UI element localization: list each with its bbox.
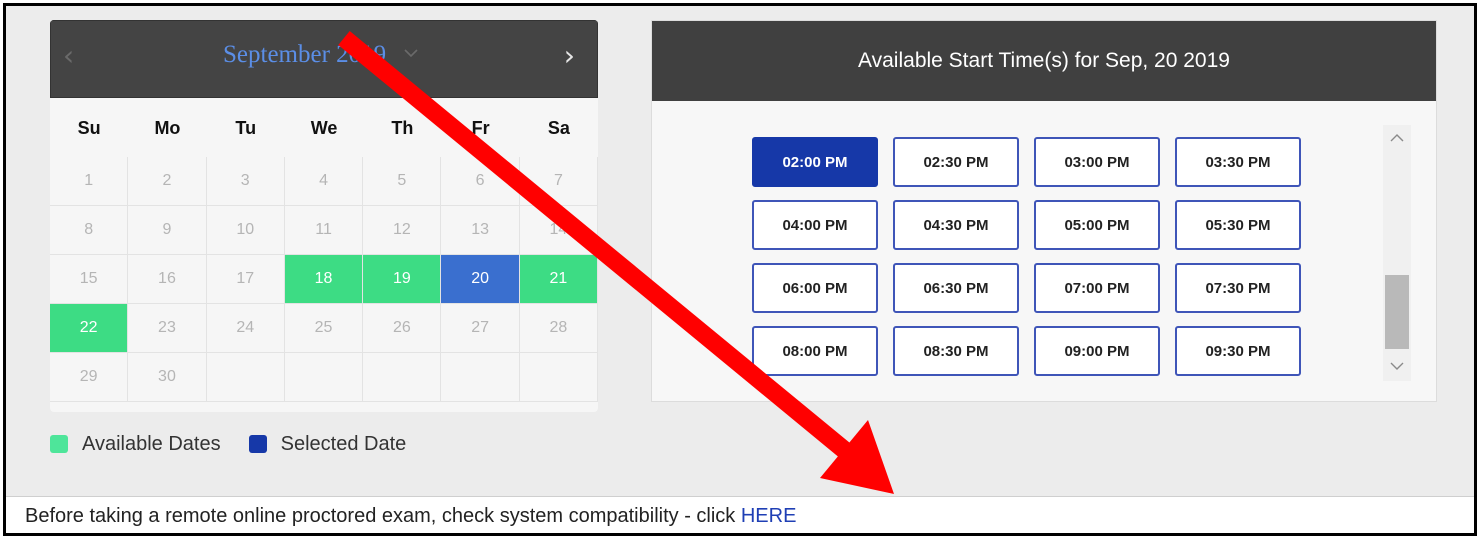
- day-cell[interactable]: 18: [284, 255, 364, 304]
- date-legend: Available Dates Selected Date: [50, 430, 406, 458]
- time-slot-button[interactable]: 05:30 PM: [1175, 200, 1301, 250]
- time-slot-button[interactable]: 03:00 PM: [1034, 137, 1160, 187]
- calendar-days-grid: 1 2 3 4 5 6 7 8 9 10 11 12 13 14 15 16 17 18 19 20 21 22 23 24 2…: [50, 157, 598, 402]
- day-cell: 28: [519, 304, 598, 353]
- weekday-label: Th: [391, 118, 414, 138]
- day-cell: 13: [441, 206, 520, 255]
- chevron-up-icon[interactable]: [1389, 131, 1405, 145]
- month-title[interactable]: September 2019: [223, 41, 386, 69]
- day-cell: 9: [128, 206, 207, 255]
- day-cell: 1: [50, 157, 129, 206]
- day-cell[interactable]: 19: [363, 255, 442, 304]
- time-slot-button[interactable]: 05:00 PM: [1034, 200, 1160, 250]
- day-cell: 27: [441, 304, 520, 353]
- day-cell: 16: [128, 255, 207, 304]
- empty-day-cell: [519, 353, 598, 402]
- day-cell: 30: [128, 353, 207, 402]
- time-slot-button[interactable]: 06:30 PM: [893, 263, 1019, 313]
- day-cell: 3: [206, 157, 285, 206]
- time-slot-button[interactable]: 09:00 PM: [1034, 326, 1160, 376]
- empty-day-cell: [441, 353, 520, 402]
- selected-time-slot-button[interactable]: 02:00 PM: [752, 137, 878, 187]
- footer-divider: [6, 496, 1474, 497]
- day-cell: 17: [206, 255, 285, 304]
- selected-day-cell[interactable]: 20: [441, 255, 520, 304]
- day-cell: 4: [284, 157, 364, 206]
- weekday-label: Mo: [154, 118, 181, 138]
- times-scrollbar[interactable]: [1383, 125, 1411, 381]
- empty-day-cell: [284, 353, 364, 402]
- day-cell: 26: [363, 304, 442, 353]
- chevron-down-icon[interactable]: [403, 45, 419, 61]
- weekday-header-row: Su Mo Tu We Th Fr Sa: [50, 104, 598, 152]
- time-slot-grid: 02:00 PM 02:30 PM 03:00 PM 03:30 PM 04:00 PM…: [752, 137, 1301, 376]
- scheduler-panel: ‹ September 2019 › Su Mo Tu We Th Fr Sa 123456…: [6, 6, 1474, 496]
- time-slot-button[interactable]: 07:30 PM: [1175, 263, 1301, 313]
- time-slot-button[interactable]: 02:30 PM: [893, 137, 1019, 187]
- time-slot-button[interactable]: 07:00 PM: [1034, 263, 1160, 313]
- day-cell[interactable]: 22: [50, 304, 129, 353]
- available-legend-label: Available Dates: [82, 432, 221, 455]
- date-calendar: ‹ September 2019 › Su Mo Tu We Th Fr Sa 123456…: [50, 20, 598, 412]
- day-cell: 23: [128, 304, 207, 353]
- selected-legend-label: Selected Date: [280, 432, 407, 455]
- scrollbar-thumb[interactable]: [1385, 275, 1409, 349]
- chevron-down-icon[interactable]: [1389, 359, 1405, 373]
- screenshot-frame: ‹ September 2019 › Su Mo Tu We Th Fr Sa 123456…: [3, 3, 1477, 536]
- compatibility-text: Before taking a remote online proctored …: [25, 505, 741, 527]
- empty-day-cell: [206, 353, 285, 402]
- weekday-label: Sa: [547, 118, 570, 138]
- day-cell: 6: [441, 157, 520, 206]
- time-slot-button[interactable]: 09:30 PM: [1175, 326, 1301, 376]
- time-slot-button[interactable]: 06:00 PM: [752, 263, 878, 313]
- time-slot-button[interactable]: 04:30 PM: [893, 200, 1019, 250]
- day-cell: 8: [50, 206, 129, 255]
- day-cell: 29: [50, 353, 129, 402]
- day-cell: 12: [363, 206, 442, 255]
- time-slot-button[interactable]: 08:30 PM: [893, 326, 1019, 376]
- start-times-panel: Available Start Time(s) for Sep, 20 2019…: [651, 20, 1437, 402]
- time-slot-button[interactable]: 04:00 PM: [752, 200, 878, 250]
- day-cell: 5: [363, 157, 442, 206]
- day-cell: 24: [206, 304, 285, 353]
- weekday-label: Fr: [471, 118, 490, 138]
- time-slot-button[interactable]: 08:00 PM: [752, 326, 878, 376]
- available-swatch: [50, 435, 68, 453]
- prev-month-button[interactable]: ‹: [63, 39, 74, 72]
- day-cell: 7: [519, 157, 598, 206]
- weekday-label: Tu: [235, 118, 257, 138]
- start-times-header: Available Start Time(s) for Sep, 20 2019: [652, 21, 1436, 101]
- day-cell: 10: [206, 206, 285, 255]
- next-month-button[interactable]: ›: [564, 39, 575, 72]
- weekday-label: We: [310, 118, 338, 138]
- compatibility-link[interactable]: HERE: [741, 505, 797, 527]
- weekday-label: Su: [77, 118, 101, 138]
- day-cell: 15: [50, 255, 129, 304]
- day-cell: 2: [128, 157, 207, 206]
- day-cell: 11: [284, 206, 364, 255]
- empty-day-cell: [363, 353, 442, 402]
- calendar-header: ‹ September 2019 ›: [50, 20, 598, 98]
- selected-swatch: [248, 435, 267, 453]
- day-cell: 25: [284, 304, 364, 353]
- day-cell: 14: [519, 206, 598, 255]
- time-slot-button[interactable]: 03:30 PM: [1175, 137, 1301, 187]
- compatibility-note: Before taking a remote online proctored …: [25, 505, 796, 528]
- day-cell[interactable]: 21: [519, 255, 598, 304]
